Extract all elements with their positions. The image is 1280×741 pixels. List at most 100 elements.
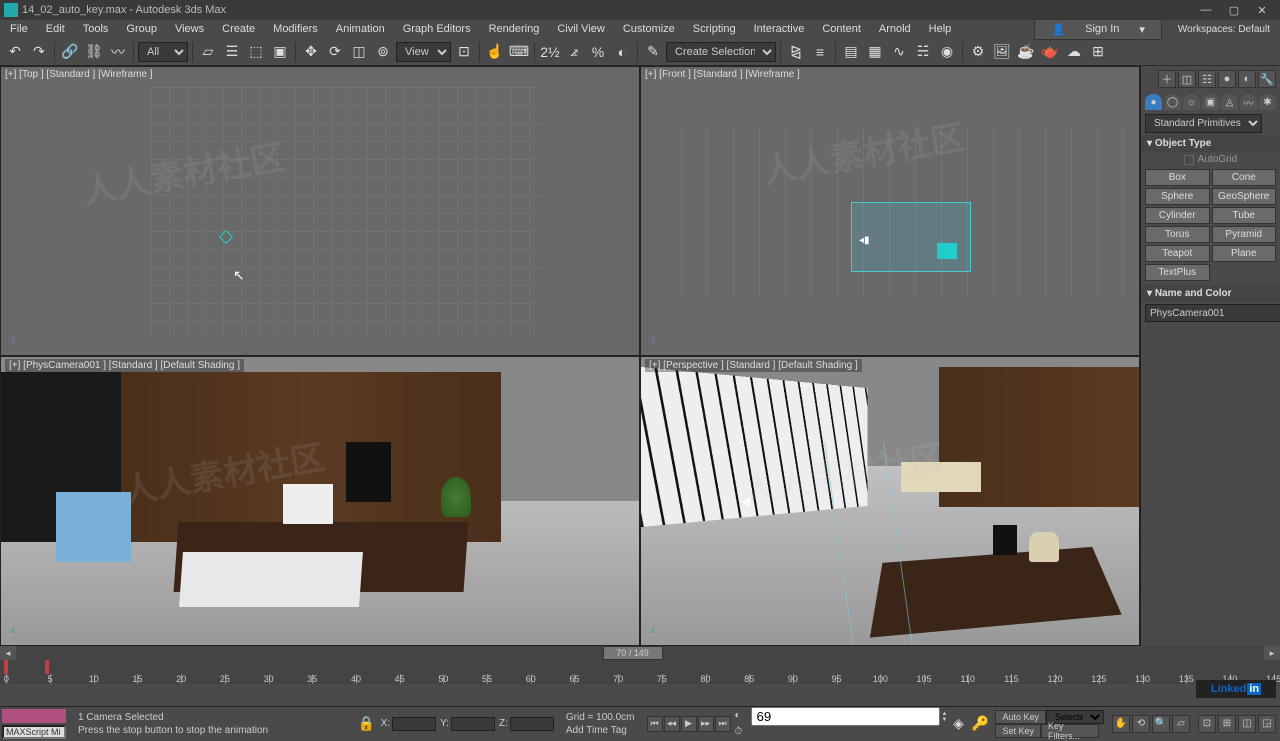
select-button[interactable]: ▱ [197,41,219,63]
primitive-cylinder-button[interactable]: Cylinder [1145,207,1210,224]
primitive-sphere-button[interactable]: Sphere [1145,188,1210,205]
primitive-textplus-button[interactable]: TextPlus [1145,264,1210,281]
time-slider-track[interactable]: 70 / 149 [16,646,1264,660]
x-input[interactable] [392,717,436,731]
layer-explorer-button[interactable]: ▦ [864,41,886,63]
cameras-tab-icon[interactable]: ▣ [1202,94,1219,110]
viewport-top-label[interactable]: [+] [Top ] [Standard ] [Wireframe ] [5,69,153,80]
manipulate-button[interactable]: ☝ [484,41,506,63]
link-button[interactable]: 🔗 [59,41,81,63]
play-button[interactable]: ▶ [681,716,697,732]
autogrid-checkbox[interactable]: AutoGrid [1141,152,1280,167]
minimize-button[interactable]: — [1192,0,1220,20]
schematic-view-button[interactable]: ☵ [912,41,934,63]
hierarchy-tab-icon[interactable]: ☷ [1198,70,1216,88]
prev-frame-button[interactable]: ◂◂ [664,716,680,732]
ref-coord-dropdown[interactable]: View [396,42,451,62]
primitive-cone-button[interactable]: Cone [1212,169,1277,186]
shapes-tab-icon[interactable]: ◯ [1164,94,1181,110]
viewport-camera[interactable]: [+] [PhysCamera001 ] [Standard ] [Defaul… [0,356,640,646]
align-button[interactable]: ≡ [809,41,831,63]
viewport-front[interactable]: [+] [Front ] [Standard ] [Wireframe ] ◂▮… [640,66,1140,356]
primitive-teapot-button[interactable]: Teapot [1145,245,1210,262]
object-name-input[interactable] [1145,304,1280,322]
keyboard-shortcut-button[interactable]: ⌨ [508,41,530,63]
percent-snap-button[interactable]: % [587,41,609,63]
render-cloud-button[interactable]: ☁ [1063,41,1085,63]
keyfilters-button[interactable]: Key Filters... [1041,724,1099,738]
primitive-plane-button[interactable]: Plane [1212,245,1277,262]
scale-button[interactable]: ◫ [348,41,370,63]
menu-graph-editors[interactable]: Graph Editors [395,21,479,37]
key-big-button[interactable]: 🔑 [969,709,991,739]
zoom-icon[interactable]: 🔍 [1152,715,1170,733]
menu-file[interactable]: File [2,21,36,37]
utilities-tab-icon[interactable]: 🔧 [1258,70,1276,88]
primitive-geosphere-button[interactable]: GeoSphere [1212,188,1277,205]
helpers-tab-icon[interactable]: ◬ [1221,94,1238,110]
time-slider-back-button[interactable]: ◂ [0,646,16,660]
create-tab-icon[interactable]: ＋ [1158,70,1176,88]
window-crossing-button[interactable]: ▣ [269,41,291,63]
select-by-name-button[interactable]: ☰ [221,41,243,63]
snap-toggle-button[interactable]: 2½ [539,41,561,63]
next-frame-button[interactable]: ▸▸ [698,716,714,732]
layer-button[interactable]: ▤ [840,41,862,63]
menu-customize[interactable]: Customize [615,21,683,37]
spinner-snap-button[interactable]: ◐ [611,41,633,63]
keymode-dropdown[interactable]: Selected [1046,710,1104,724]
viewport-camera-label[interactable]: [+] [PhysCamera001 ] [Standard ] [Defaul… [5,359,244,372]
signin-button[interactable]: 👤 Sign In ▾ [1034,19,1161,40]
menu-rendering[interactable]: Rendering [481,21,548,37]
undo-button[interactable]: ↶ [4,41,26,63]
menu-create[interactable]: Create [214,21,263,37]
menu-civil-view[interactable]: Civil View [549,21,612,37]
zoom-extents-icon[interactable]: ⊡ [1198,715,1216,733]
render-teapot-button[interactable]: 🫖 [1039,41,1061,63]
key-mode-button[interactable]: ◐ [735,710,749,724]
add-time-tag[interactable]: Add Time Tag [566,724,635,737]
maxscript-input[interactable] [2,725,66,739]
bind-button[interactable]: 〰 [107,41,129,63]
placement-button[interactable]: ⊚ [372,41,394,63]
close-button[interactable]: ✕ [1248,0,1276,20]
angle-snap-button[interactable]: ⦨ [563,41,585,63]
setkey-button[interactable]: Set Key [995,724,1041,738]
named-selection-dropdown[interactable]: Create Selection Se [666,42,776,62]
rect-select-button[interactable]: ⬚ [245,41,267,63]
display-tab-icon[interactable]: ◐ [1238,70,1256,88]
fov-icon[interactable]: ▱ [1172,715,1190,733]
redo-button[interactable]: ↷ [28,41,50,63]
modify-tab-icon[interactable]: ◫ [1178,70,1196,88]
object-type-header[interactable]: Object Type [1141,135,1280,152]
viewport-perspective[interactable]: [+] [Perspective ] [Standard ] [Default … [640,356,1140,646]
primitives-dropdown[interactable]: Standard Primitives [1145,114,1262,133]
menu-interactive[interactable]: Interactive [746,21,813,37]
orbit-icon[interactable]: ⟲ [1132,715,1150,733]
menu-views[interactable]: Views [167,21,212,37]
menu-help[interactable]: Help [921,21,960,37]
maxscript-color-bar[interactable] [2,709,66,723]
render-frame-button[interactable]: 🖼 [991,41,1013,63]
workspace-label[interactable]: Workspaces: Default [1170,22,1278,37]
menu-edit[interactable]: Edit [38,21,73,37]
menu-arnold[interactable]: Arnold [871,21,919,37]
autokey-button[interactable]: Auto Key [995,710,1046,724]
current-frame-input[interactable] [751,707,940,726]
motion-tab-icon[interactable]: ● [1218,70,1236,88]
spacewarps-tab-icon[interactable]: 〰 [1240,94,1257,110]
menu-group[interactable]: Group [118,21,165,37]
menu-scripting[interactable]: Scripting [685,21,744,37]
primitive-pyramid-button[interactable]: Pyramid [1212,226,1277,243]
region-zoom-icon[interactable]: ◲ [1258,715,1276,733]
geometry-tab-icon[interactable]: ● [1145,94,1162,110]
maximize-button[interactable]: ▢ [1220,0,1248,20]
edit-named-sel-button[interactable]: ✎ [642,41,664,63]
render-prod-button[interactable]: ☕ [1015,41,1037,63]
y-input[interactable] [451,717,495,731]
time-ruler[interactable]: 0510152025303540455055606570758085909510… [0,660,1280,684]
lights-tab-icon[interactable]: ☼ [1183,94,1200,110]
mirror-button[interactable]: ⧎ [785,41,807,63]
keyframe-mark-0[interactable] [4,660,8,674]
rotate-button[interactable]: ⟳ [324,41,346,63]
